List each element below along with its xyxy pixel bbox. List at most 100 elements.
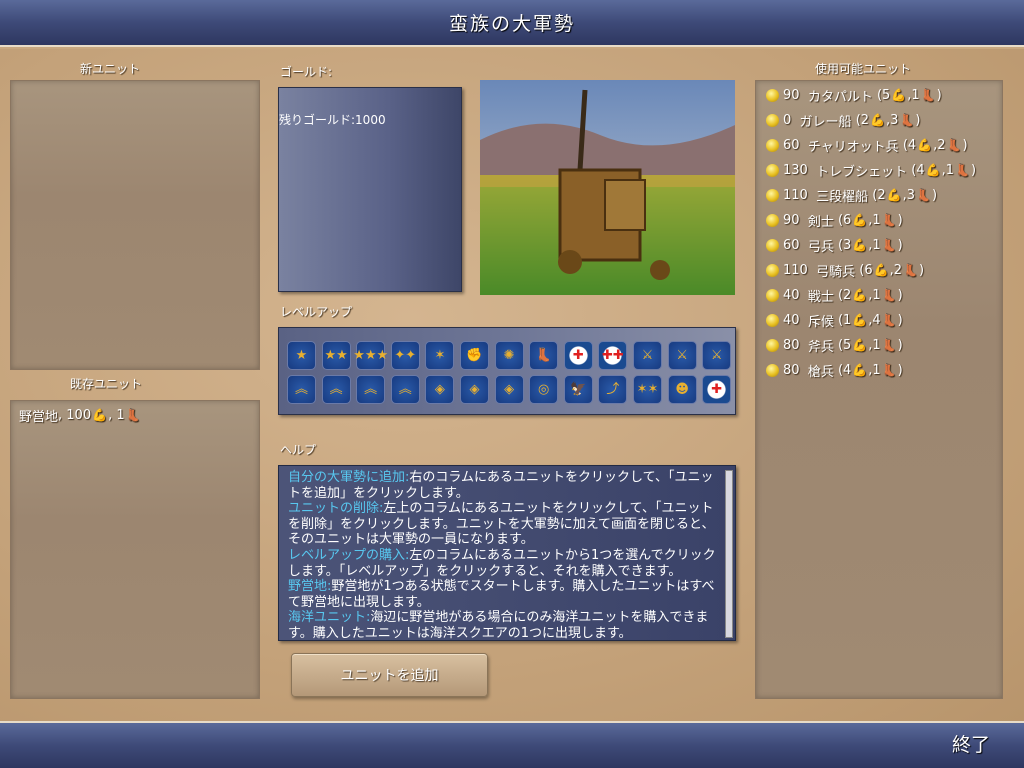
- available-unit-row[interactable]: 40 斥候 (1 💪, 4 👢): [766, 310, 903, 330]
- unit-name: 弓兵: [807, 239, 834, 255]
- boot-icon: 👢: [946, 138, 962, 152]
- gold-coin-icon: [766, 363, 779, 377]
- gold-coin-icon: [766, 213, 779, 227]
- available-unit-row[interactable]: 90 カタパルト (5 💪, 1 👢): [766, 85, 942, 105]
- unit-preview-image: [480, 80, 735, 295]
- unit-name: 剣士: [807, 214, 834, 230]
- boot-icon: 👢: [125, 408, 141, 422]
- levelup-medic-2-icon[interactable]: ✚✚: [598, 341, 628, 370]
- levelup-panel: ★ ★★ ★★★ ✦✦ ✶ ✊ ✺ 👢 ✚ ✚✚ ⚔ ⚔ ⚔ ︽ ︽ ︽ ︽ ◈ ◈ ◈ ◎ 🦅 ⤴ ✶✶ ☻ ✚: [278, 327, 736, 415]
- available-unit-row[interactable]: 80 槍兵 (4 💪, 1 👢): [766, 360, 903, 380]
- unit-cost: 80: [783, 362, 800, 378]
- available-unit-row[interactable]: 0 ガレー船 (2 💪, 3 👢): [766, 110, 920, 130]
- levelup-target-icon[interactable]: ◎: [529, 375, 559, 404]
- available-unit-row[interactable]: 80 斧兵 (5 💪, 1 👢): [766, 335, 903, 355]
- available-unit-row[interactable]: 60 チャリオット兵 (4 💪, 2 👢): [766, 135, 968, 155]
- unit-name: カタパルト: [807, 89, 873, 105]
- help-body: 野営地が1つある状態でスタートします。購入したユニットはすべて野営地に出現します…: [288, 579, 715, 610]
- available-unit-row[interactable]: 110 三段櫂船 (2 💪, 3 👢): [766, 185, 937, 205]
- unit-cost: 110: [783, 262, 808, 278]
- unit-name: チャリオット兵: [807, 139, 899, 155]
- unit-attack: 3: [843, 237, 852, 253]
- unit-name: 斥候: [807, 314, 834, 330]
- unit-attack: 5: [843, 337, 852, 353]
- quit-button[interactable]: 終了: [952, 730, 990, 757]
- unit-move: 1: [911, 87, 920, 103]
- levelup-chevron-4-icon[interactable]: ︽: [390, 375, 420, 404]
- boot-icon: 👢: [920, 88, 936, 102]
- arm-strength-icon: 💪: [852, 288, 868, 302]
- levelup-medic-3-icon[interactable]: ✚: [702, 375, 732, 404]
- arm-strength-icon: 💪: [886, 188, 902, 202]
- arm-strength-icon: 💪: [852, 313, 868, 327]
- arm-strength-icon: 💪: [852, 338, 868, 352]
- page-title: 蛮族の大軍勢: [448, 13, 575, 35]
- unit-move: 1: [116, 407, 125, 423]
- unit-cost: 90: [783, 87, 800, 103]
- available-units-list[interactable]: 90 カタパルト (5 💪, 1 👢) 0 ガレー船 (2 💪, 3 👢) 60 チャリオット兵…: [755, 80, 1003, 699]
- help-heading: レベルアップの購入:: [288, 547, 410, 563]
- help-heading: ユニットの削除:: [288, 501, 384, 517]
- available-unit-row[interactable]: 130 トレブシェット (4 💪, 1 👢): [766, 160, 976, 180]
- unit-attack: 2: [860, 112, 870, 128]
- levelup-swords-3-icon[interactable]: ⚔: [702, 341, 732, 370]
- levelup-fist-icon[interactable]: ✊: [460, 341, 489, 370]
- unit-move: 1: [872, 237, 881, 253]
- unit-cost: 60: [783, 237, 800, 253]
- gold-coin-icon: [766, 288, 779, 302]
- levelup-burst-icon[interactable]: ✺: [494, 341, 524, 370]
- add-unit-button[interactable]: ユニットを追加: [291, 653, 488, 697]
- unit-name: 三段櫂船: [816, 189, 869, 205]
- gold-label: ゴールド:: [280, 65, 333, 79]
- gold-coin-icon: [766, 238, 779, 252]
- unit-move: 1: [872, 212, 881, 228]
- arm-strength-icon: 💪: [852, 238, 868, 252]
- levelup-star-4-icon[interactable]: ✦✦: [390, 341, 420, 370]
- new-units-list[interactable]: [10, 80, 260, 370]
- levelup-chevron-2-icon[interactable]: ︽: [321, 375, 351, 404]
- available-unit-row[interactable]: 110 弓騎兵 (6 💪, 2 👢): [766, 260, 924, 280]
- levelup-diamond-2-icon[interactable]: ◈: [460, 375, 489, 404]
- levelup-label: レベルアップ: [280, 305, 353, 319]
- unit-attack: 4: [907, 137, 917, 153]
- unit-cost: 60: [783, 137, 800, 153]
- levelup-chevron-1-icon[interactable]: ︽: [287, 375, 316, 404]
- levelup-swords-1-icon[interactable]: ⚔: [633, 341, 662, 370]
- levelup-chevron-3-icon[interactable]: ︽: [356, 375, 386, 404]
- unit-name: トレブシェット: [816, 164, 908, 180]
- levelup-star-5-icon[interactable]: ✶: [425, 341, 455, 370]
- boot-icon: 👢: [881, 213, 897, 227]
- unit-cost: 110: [783, 187, 808, 203]
- levelup-stars-6-icon[interactable]: ✶✶: [633, 375, 662, 404]
- levelup-diamond-1-icon[interactable]: ◈: [425, 375, 455, 404]
- available-unit-row[interactable]: 90 剣士 (6 💪, 1 👢): [766, 210, 903, 230]
- unit-cost: 40: [783, 287, 800, 303]
- unit-move: 1: [872, 337, 881, 353]
- unit-name: 弓騎兵: [816, 264, 856, 280]
- levelup-face-icon[interactable]: ☻: [667, 375, 697, 404]
- levelup-star-3-icon[interactable]: ★★★: [353, 341, 388, 370]
- existing-unit-row[interactable]: 野営地, 100 💪, 1 👢: [19, 405, 142, 425]
- levelup-medic-icon[interactable]: ✚: [563, 341, 593, 370]
- arm-strength-icon: 💪: [891, 88, 907, 102]
- unit-value: 100: [66, 407, 92, 423]
- help-heading: 海洋ユニット:: [288, 610, 371, 626]
- gold-coin-icon: [766, 113, 779, 127]
- existing-units-list[interactable]: 野営地, 100 💪, 1 👢: [10, 400, 260, 699]
- footer-bar: 終了: [0, 721, 1024, 768]
- levelup-diamond-3-icon[interactable]: ◈: [494, 375, 524, 404]
- available-unit-row[interactable]: 40 戦士 (2 💪, 1 👢): [766, 285, 903, 305]
- arm-strength-icon: 💪: [870, 113, 886, 127]
- levelup-star-2-icon[interactable]: ★★: [321, 341, 351, 370]
- boot-icon: 👢: [881, 238, 897, 252]
- help-scrollbar[interactable]: [725, 470, 733, 638]
- available-unit-row[interactable]: 60 弓兵 (3 💪, 1 👢): [766, 235, 903, 255]
- levelup-eagle-icon[interactable]: 🦅: [563, 375, 593, 404]
- unit-move: 2: [893, 262, 902, 278]
- levelup-swords-2-icon[interactable]: ⚔: [667, 341, 697, 370]
- levelup-star-1-icon[interactable]: ★: [287, 341, 316, 370]
- levelup-boot-plus-icon[interactable]: 👢: [529, 341, 559, 370]
- levelup-path-icon[interactable]: ⤴: [598, 375, 628, 404]
- unit-cost: 0: [783, 112, 792, 128]
- boot-icon: 👢: [881, 338, 897, 352]
